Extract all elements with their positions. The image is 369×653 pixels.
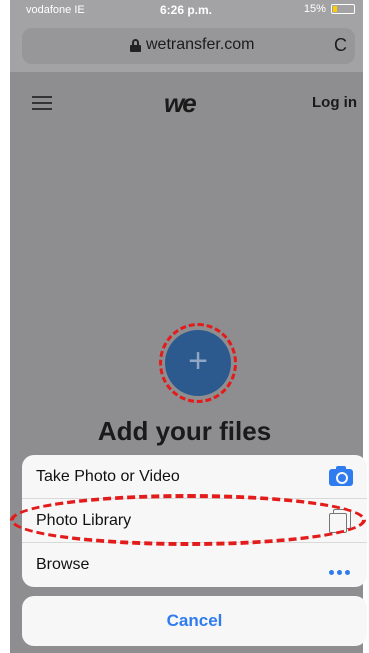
annotation-ellipse-photo-library <box>10 494 366 546</box>
action-browse[interactable]: Browse <box>22 543 367 587</box>
more-icon <box>329 562 353 575</box>
browser-toolbar: wetransfer.com C <box>10 20 363 72</box>
annotation-circle-add-button <box>159 323 237 403</box>
address-bar[interactable]: wetransfer.com C <box>22 28 355 64</box>
wetransfer-logo[interactable]: we <box>164 88 197 119</box>
hamburger-menu-icon[interactable] <box>32 96 52 110</box>
status-right-icons: 15% <box>304 3 355 15</box>
carrier-label: vodafone IE <box>26 4 85 16</box>
action-label: Browse <box>36 556 90 573</box>
add-files-title: Add your files <box>97 416 272 446</box>
reload-icon[interactable]: C <box>334 35 347 56</box>
action-take-photo[interactable]: Take Photo or Video <box>22 455 367 499</box>
status-time: 6:26 p.m. <box>160 3 213 17</box>
cancel-button[interactable]: Cancel <box>22 596 367 646</box>
battery-percent: 15% <box>303 3 326 15</box>
action-label: Take Photo or Video <box>36 468 180 485</box>
site-header: we Log in <box>10 72 363 132</box>
status-bar: vodafone IE 6:26 p.m. 15% <box>10 0 363 20</box>
battery-icon <box>331 4 355 15</box>
url-text: wetransfer.com <box>146 36 255 53</box>
camera-icon <box>329 466 353 486</box>
lock-icon <box>130 39 141 52</box>
login-link[interactable]: Log in <box>312 94 357 111</box>
cancel-label: Cancel <box>166 611 223 630</box>
